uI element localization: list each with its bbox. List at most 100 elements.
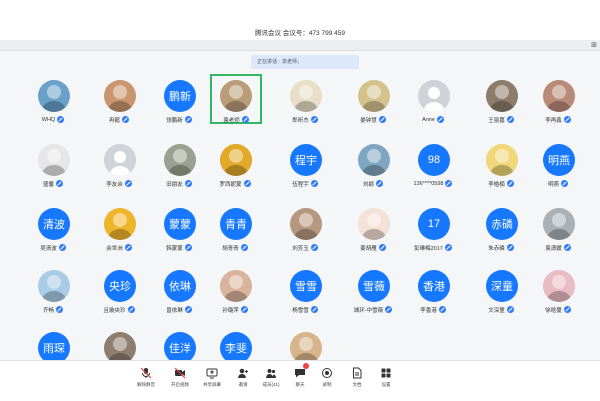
participant-tile[interactable]: 王丽嘉 bbox=[478, 76, 524, 128]
participant-tile[interactable]: 雪雪 杨雪雪 bbox=[282, 266, 328, 318]
muted-mic-icon bbox=[57, 116, 65, 123]
participant-initials-avatar: 雪薇 bbox=[358, 270, 390, 302]
toolbar-button-record[interactable]: 录制 bbox=[310, 364, 344, 398]
muted-mic-icon bbox=[240, 306, 248, 313]
participant-tile[interactable]: 冉懿 bbox=[96, 76, 142, 128]
participant-name: 徐晗蔓 bbox=[527, 305, 589, 314]
participant-tile[interactable]: 蒙蒙 韩蒙蒙 bbox=[156, 204, 202, 256]
participant-name: 旧朋友 bbox=[148, 179, 210, 188]
participant-name-text: 李再鑫 bbox=[545, 117, 562, 124]
participant-tile[interactable]: 袁老师 bbox=[210, 74, 262, 124]
participant-tile[interactable]: 徐晗蔓 bbox=[535, 266, 581, 318]
participant-name-text: 孙璐萍 bbox=[222, 307, 239, 314]
participant-name: 文深童 bbox=[470, 305, 532, 314]
toolbar-button-settings[interactable]: 设置 bbox=[369, 364, 403, 398]
toolbar-button-share-screen[interactable]: 共享屏幕 bbox=[195, 364, 229, 398]
pet-avatar bbox=[543, 80, 575, 112]
participant-initials-avatar: 蒙蒙 bbox=[164, 208, 196, 240]
notification-badge bbox=[303, 363, 309, 369]
participant-tile[interactable]: 香港 李香港 bbox=[410, 266, 456, 318]
participant-initials-avatar: 深童 bbox=[486, 270, 518, 302]
participant-tile[interactable]: 深童 文深童 bbox=[478, 266, 524, 318]
meeting-toolbar: 解除静音 开启视频 共享屏幕 邀请 成员(41) 聊天 录制 文档 设置 bbox=[0, 360, 600, 401]
participant-name: 杨雪雪 bbox=[274, 305, 336, 314]
participant-initials-avatar: 央珍 bbox=[104, 270, 136, 302]
participant-name-text: 郎昕杰 bbox=[292, 117, 309, 124]
participant-name-text: 李友余 bbox=[106, 181, 123, 188]
muted-mic-icon bbox=[563, 244, 571, 251]
participant-tile[interactable]: 依琳 曾依琳 bbox=[156, 266, 202, 318]
participant-tile[interactable]: 李友余 bbox=[96, 140, 142, 192]
default-user-avatar bbox=[418, 80, 450, 112]
participant-tile[interactable]: Anne bbox=[410, 76, 456, 128]
participant-name-text: 余世洲 bbox=[106, 245, 123, 252]
participant-name: 余世洲 bbox=[88, 243, 150, 252]
participant-name-text: 冉懿 bbox=[108, 117, 120, 124]
toolbar-button-label: 解除静音 bbox=[137, 382, 155, 387]
participant-tile[interactable]: WHQ bbox=[30, 76, 76, 128]
participant-tile[interactable]: 98 136****0598 bbox=[410, 140, 456, 192]
muted-mic-icon bbox=[444, 244, 452, 251]
participant-name: 明燕 bbox=[527, 179, 589, 188]
girl-portrait-avatar bbox=[220, 270, 252, 302]
participant-name-text: 饶鹏新 bbox=[166, 117, 183, 124]
participant-name-text: 旧朋友 bbox=[166, 181, 183, 188]
participant-tile[interactable]: 罗西妮蒙 bbox=[212, 140, 258, 192]
participant-tile[interactable]: 盛馨 bbox=[30, 140, 76, 192]
participant-name: 136****0598 bbox=[402, 179, 464, 188]
participant-tile[interactable]: 程宇 伍程宇 bbox=[282, 140, 328, 192]
participant-tile[interactable]: 袁潇媛 bbox=[535, 204, 581, 256]
toolbar-button-label: 共享屏幕 bbox=[203, 382, 221, 387]
participant-tile[interactable]: 青青 胡青青 bbox=[212, 204, 258, 256]
muted-mic-icon bbox=[140, 366, 152, 379]
participant-tile[interactable]: 雪薇 城环-中雪薇 bbox=[350, 266, 396, 318]
participant-name-text: 罗西妮蒙 bbox=[219, 181, 242, 188]
participant-tile[interactable]: 鹏新 饶鹏新 bbox=[156, 76, 202, 128]
participant-tile[interactable]: 李皓楠 bbox=[478, 140, 524, 192]
participant-name: 王丽嘉 bbox=[470, 115, 532, 124]
participant-name: 胡青青 bbox=[204, 243, 266, 252]
toolbar-button-muted-mic[interactable]: 解除静音 bbox=[129, 364, 163, 398]
participant-name: 且璇央珍 bbox=[88, 305, 150, 314]
muted-mic-icon bbox=[310, 180, 318, 187]
muted-mic-icon bbox=[184, 116, 192, 123]
toolbar-button-label: 开启视频 bbox=[171, 382, 189, 387]
participant-tile[interactable]: 孙璐萍 bbox=[212, 266, 258, 318]
chat-icon bbox=[294, 363, 309, 378]
participant-tile[interactable]: 赤磷 朱赤磷 bbox=[478, 204, 524, 256]
participant-tile[interactable]: 郎昕杰 bbox=[282, 76, 328, 128]
participant-tile[interactable]: 齐畅 bbox=[30, 266, 76, 318]
participant-name-text: 杨雪雪 bbox=[292, 307, 309, 314]
participant-tile[interactable]: 明燕 明燕 bbox=[535, 140, 581, 192]
silhouette-avatar bbox=[104, 208, 136, 240]
participant-tile[interactable]: 刘颖 bbox=[350, 140, 396, 192]
participant-name: 盛馨 bbox=[22, 179, 84, 188]
participant-tile[interactable]: 余世洲 bbox=[96, 204, 142, 256]
toolbar-button-video-off[interactable]: 开启视频 bbox=[163, 364, 197, 398]
muted-mic-icon bbox=[184, 306, 192, 313]
participant-tile[interactable]: 李再鑫 bbox=[535, 76, 581, 128]
participant-name: 袁老师 bbox=[204, 115, 268, 124]
participant-name: 晏钟慧 bbox=[342, 115, 404, 124]
participant-tile[interactable]: 清波 吴清波 bbox=[30, 204, 76, 256]
muted-mic-icon bbox=[124, 244, 132, 251]
participant-tile[interactable]: 17 彭琳梅2017 bbox=[410, 204, 456, 256]
participant-initials-avatar: 依琳 bbox=[164, 270, 196, 302]
participant-name: 城环-中雪薇 bbox=[342, 305, 404, 314]
muted-mic-icon bbox=[122, 116, 129, 123]
participant-name: WHQ bbox=[22, 115, 84, 124]
muted-mic-icon bbox=[310, 116, 318, 123]
participant-name: 伍程宇 bbox=[274, 179, 336, 188]
participant-name-text: 盛馨 bbox=[42, 181, 54, 188]
participant-name-text: 且璇央珍 bbox=[103, 307, 126, 314]
participant-name: 李香港 bbox=[402, 305, 464, 314]
participant-tile[interactable]: 旧朋友 bbox=[156, 140, 202, 192]
participant-tile[interactable]: 晏钟慧 bbox=[350, 76, 396, 128]
participant-initials-avatar: 明燕 bbox=[543, 144, 575, 176]
muted-mic-icon bbox=[56, 180, 63, 187]
participant-initials-avatar: 鹏新 bbox=[164, 80, 196, 112]
toolbar-button-label: 文档 bbox=[352, 382, 362, 387]
participant-tile[interactable]: 央珍 且璇央珍 bbox=[96, 266, 142, 318]
participant-tile[interactable]: 姜胡雁 bbox=[350, 204, 396, 256]
participant-tile[interactable]: 刘芳玉 bbox=[282, 204, 328, 256]
